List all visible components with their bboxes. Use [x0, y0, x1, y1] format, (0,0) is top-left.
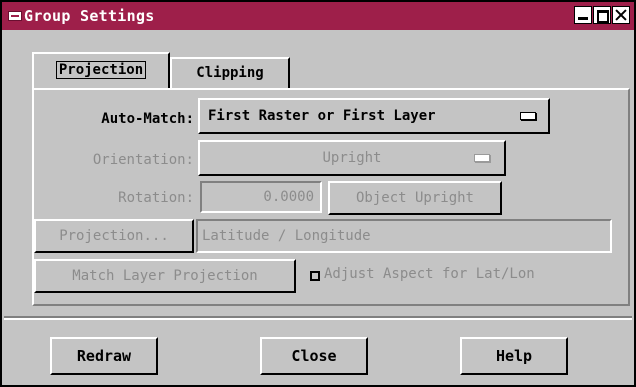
orientation-dropdown[interactable]: Upright: [198, 140, 506, 176]
object-upright-button[interactable]: Object Upright: [328, 181, 502, 215]
close-icon[interactable]: [612, 6, 630, 24]
adjust-aspect-label: Adjust Aspect for Lat/Lon: [324, 266, 535, 282]
rotation-label: Rotation:: [118, 190, 194, 206]
orientation-label: Orientation:: [92, 152, 194, 168]
close-button[interactable]: Close: [260, 337, 368, 375]
group-settings-dialog: Group Settings Projection Clipping Auto-…: [0, 0, 636, 387]
tab-clipping[interactable]: Clipping: [170, 57, 290, 89]
footer-separator: [4, 316, 632, 320]
title-bar[interactable]: Group Settings: [2, 2, 634, 30]
adjust-aspect-checkbox[interactable]: [310, 271, 320, 281]
orientation-value: Upright: [322, 150, 382, 166]
window-menu-icon[interactable]: [8, 11, 22, 21]
window-title: Group Settings: [24, 7, 155, 25]
help-button[interactable]: Help: [460, 337, 568, 375]
projection-button[interactable]: Projection...: [34, 219, 194, 253]
tab-projection-label: Projection: [55, 61, 147, 79]
projection-field[interactable]: Latitude / Longitude: [196, 219, 612, 253]
projection-panel: Auto-Match: First Raster or First Layer …: [32, 88, 630, 306]
minimize-icon[interactable]: [574, 6, 592, 24]
auto-match-label: Auto-Match:: [101, 111, 194, 127]
rotation-field[interactable]: 0.0000: [200, 181, 322, 213]
maximize-icon[interactable]: [593, 6, 611, 24]
option-menu-indicator-icon: [474, 154, 490, 162]
tab-clipping-label: Clipping: [196, 65, 264, 81]
option-menu-indicator-icon: [520, 112, 536, 120]
match-layer-projection-button[interactable]: Match Layer Projection: [34, 259, 296, 293]
auto-match-value: First Raster or First Layer: [208, 108, 436, 124]
redraw-button[interactable]: Redraw: [50, 337, 158, 375]
tab-projection[interactable]: Projection: [32, 52, 170, 88]
auto-match-dropdown[interactable]: First Raster or First Layer: [198, 98, 550, 134]
